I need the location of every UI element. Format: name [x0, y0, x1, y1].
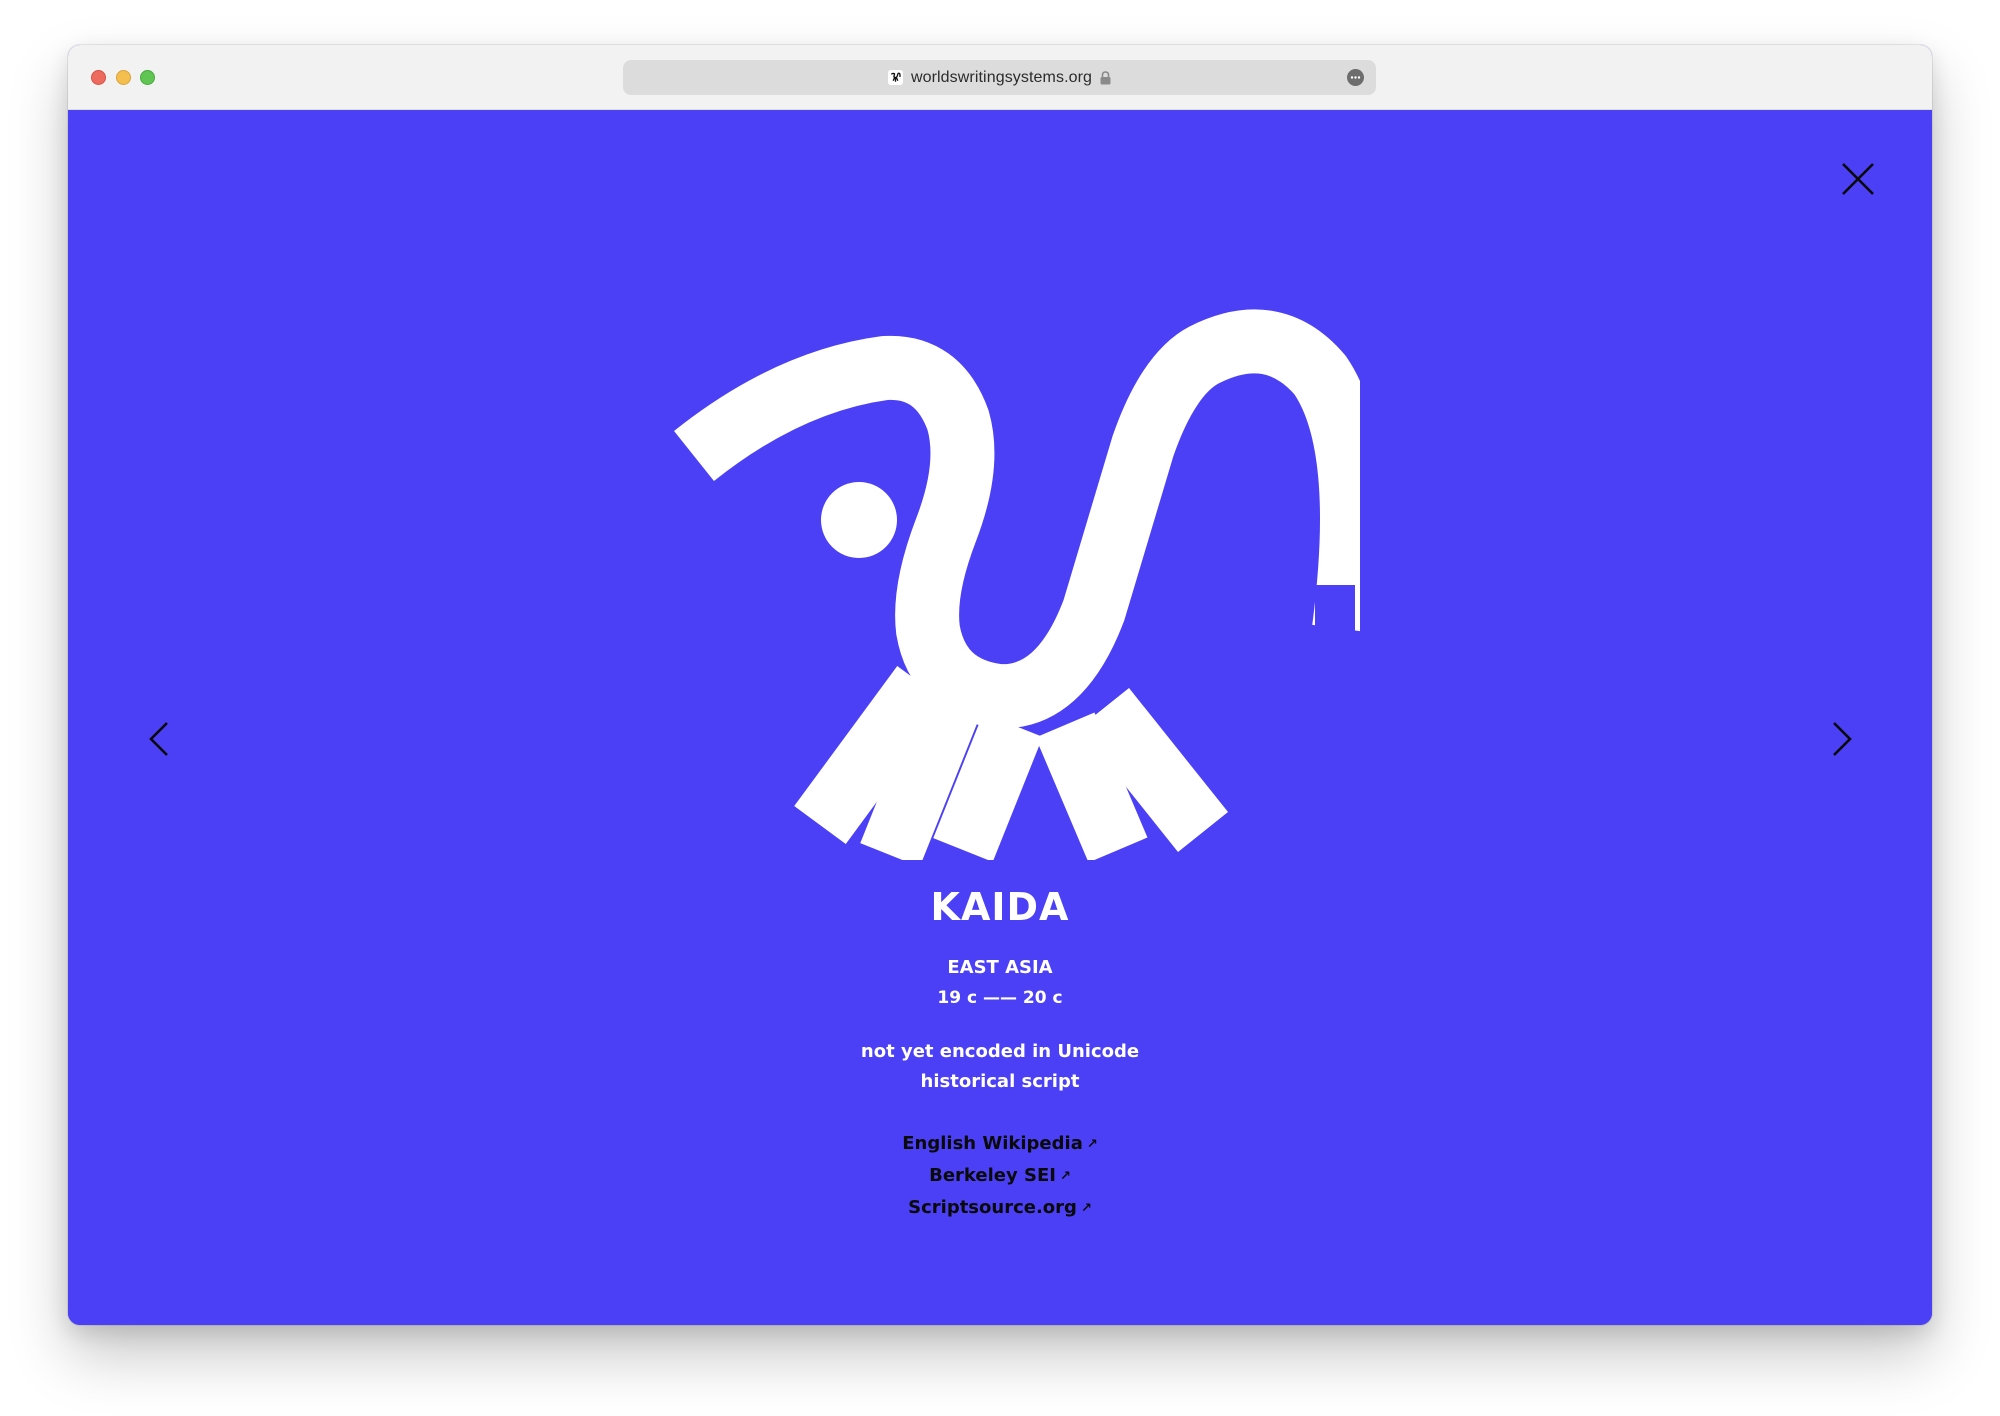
link-scriptsource[interactable]: Scriptsource.org ↗: [68, 1193, 1932, 1225]
external-arrow-icon: ↗: [1086, 1137, 1098, 1152]
external-arrow-icon: ↗: [1080, 1201, 1092, 1216]
site-favicon-icon: [887, 70, 903, 85]
link-berkeley-sei[interactable]: Berkeley SEI ↗: [68, 1161, 1932, 1193]
ellipsis-icon[interactable]: [1347, 69, 1364, 86]
script-region: EAST ASIA: [947, 957, 1053, 978]
url-text: worldswritingsystems.org: [910, 68, 1093, 86]
external-links: English Wikipedia ↗ Berkeley SEI ↗ Scripts…: [68, 1129, 1932, 1225]
script-type: historical script: [920, 1071, 1080, 1092]
browser-titlebar: worldswritingsystems.org: [68, 45, 1932, 110]
close-icon[interactable]: [1840, 161, 1876, 197]
unicode-status: not yet encoded in Unicode: [860, 1041, 1140, 1062]
link-label: Berkeley SEI: [929, 1165, 1056, 1186]
script-detail-page: KAIDA EAST ASIA 19 c —— 20 c not yet enc…: [68, 110, 1932, 1325]
script-period: 19 c —— 20 c: [937, 988, 1063, 1008]
chevron-right-icon[interactable]: [1831, 721, 1853, 757]
zoom-window-button[interactable]: [140, 70, 155, 85]
kaida-glyph-icon: [674, 309, 1360, 860]
script-name: KAIDA: [930, 885, 1070, 929]
minimize-window-button[interactable]: [116, 70, 131, 85]
lock-icon: [1100, 70, 1111, 84]
link-english-wikipedia[interactable]: English Wikipedia ↗: [68, 1129, 1932, 1161]
link-label: English Wikipedia: [902, 1133, 1083, 1154]
browser-window: worldswritingsystems.org KAIDA EAST ASIA…: [68, 45, 1932, 1325]
chevron-left-icon[interactable]: [148, 721, 170, 757]
address-bar[interactable]: worldswritingsystems.org: [623, 60, 1376, 95]
external-arrow-icon: ↗: [1059, 1169, 1071, 1184]
link-label: Scriptsource.org: [908, 1197, 1077, 1218]
close-window-button[interactable]: [91, 70, 106, 85]
